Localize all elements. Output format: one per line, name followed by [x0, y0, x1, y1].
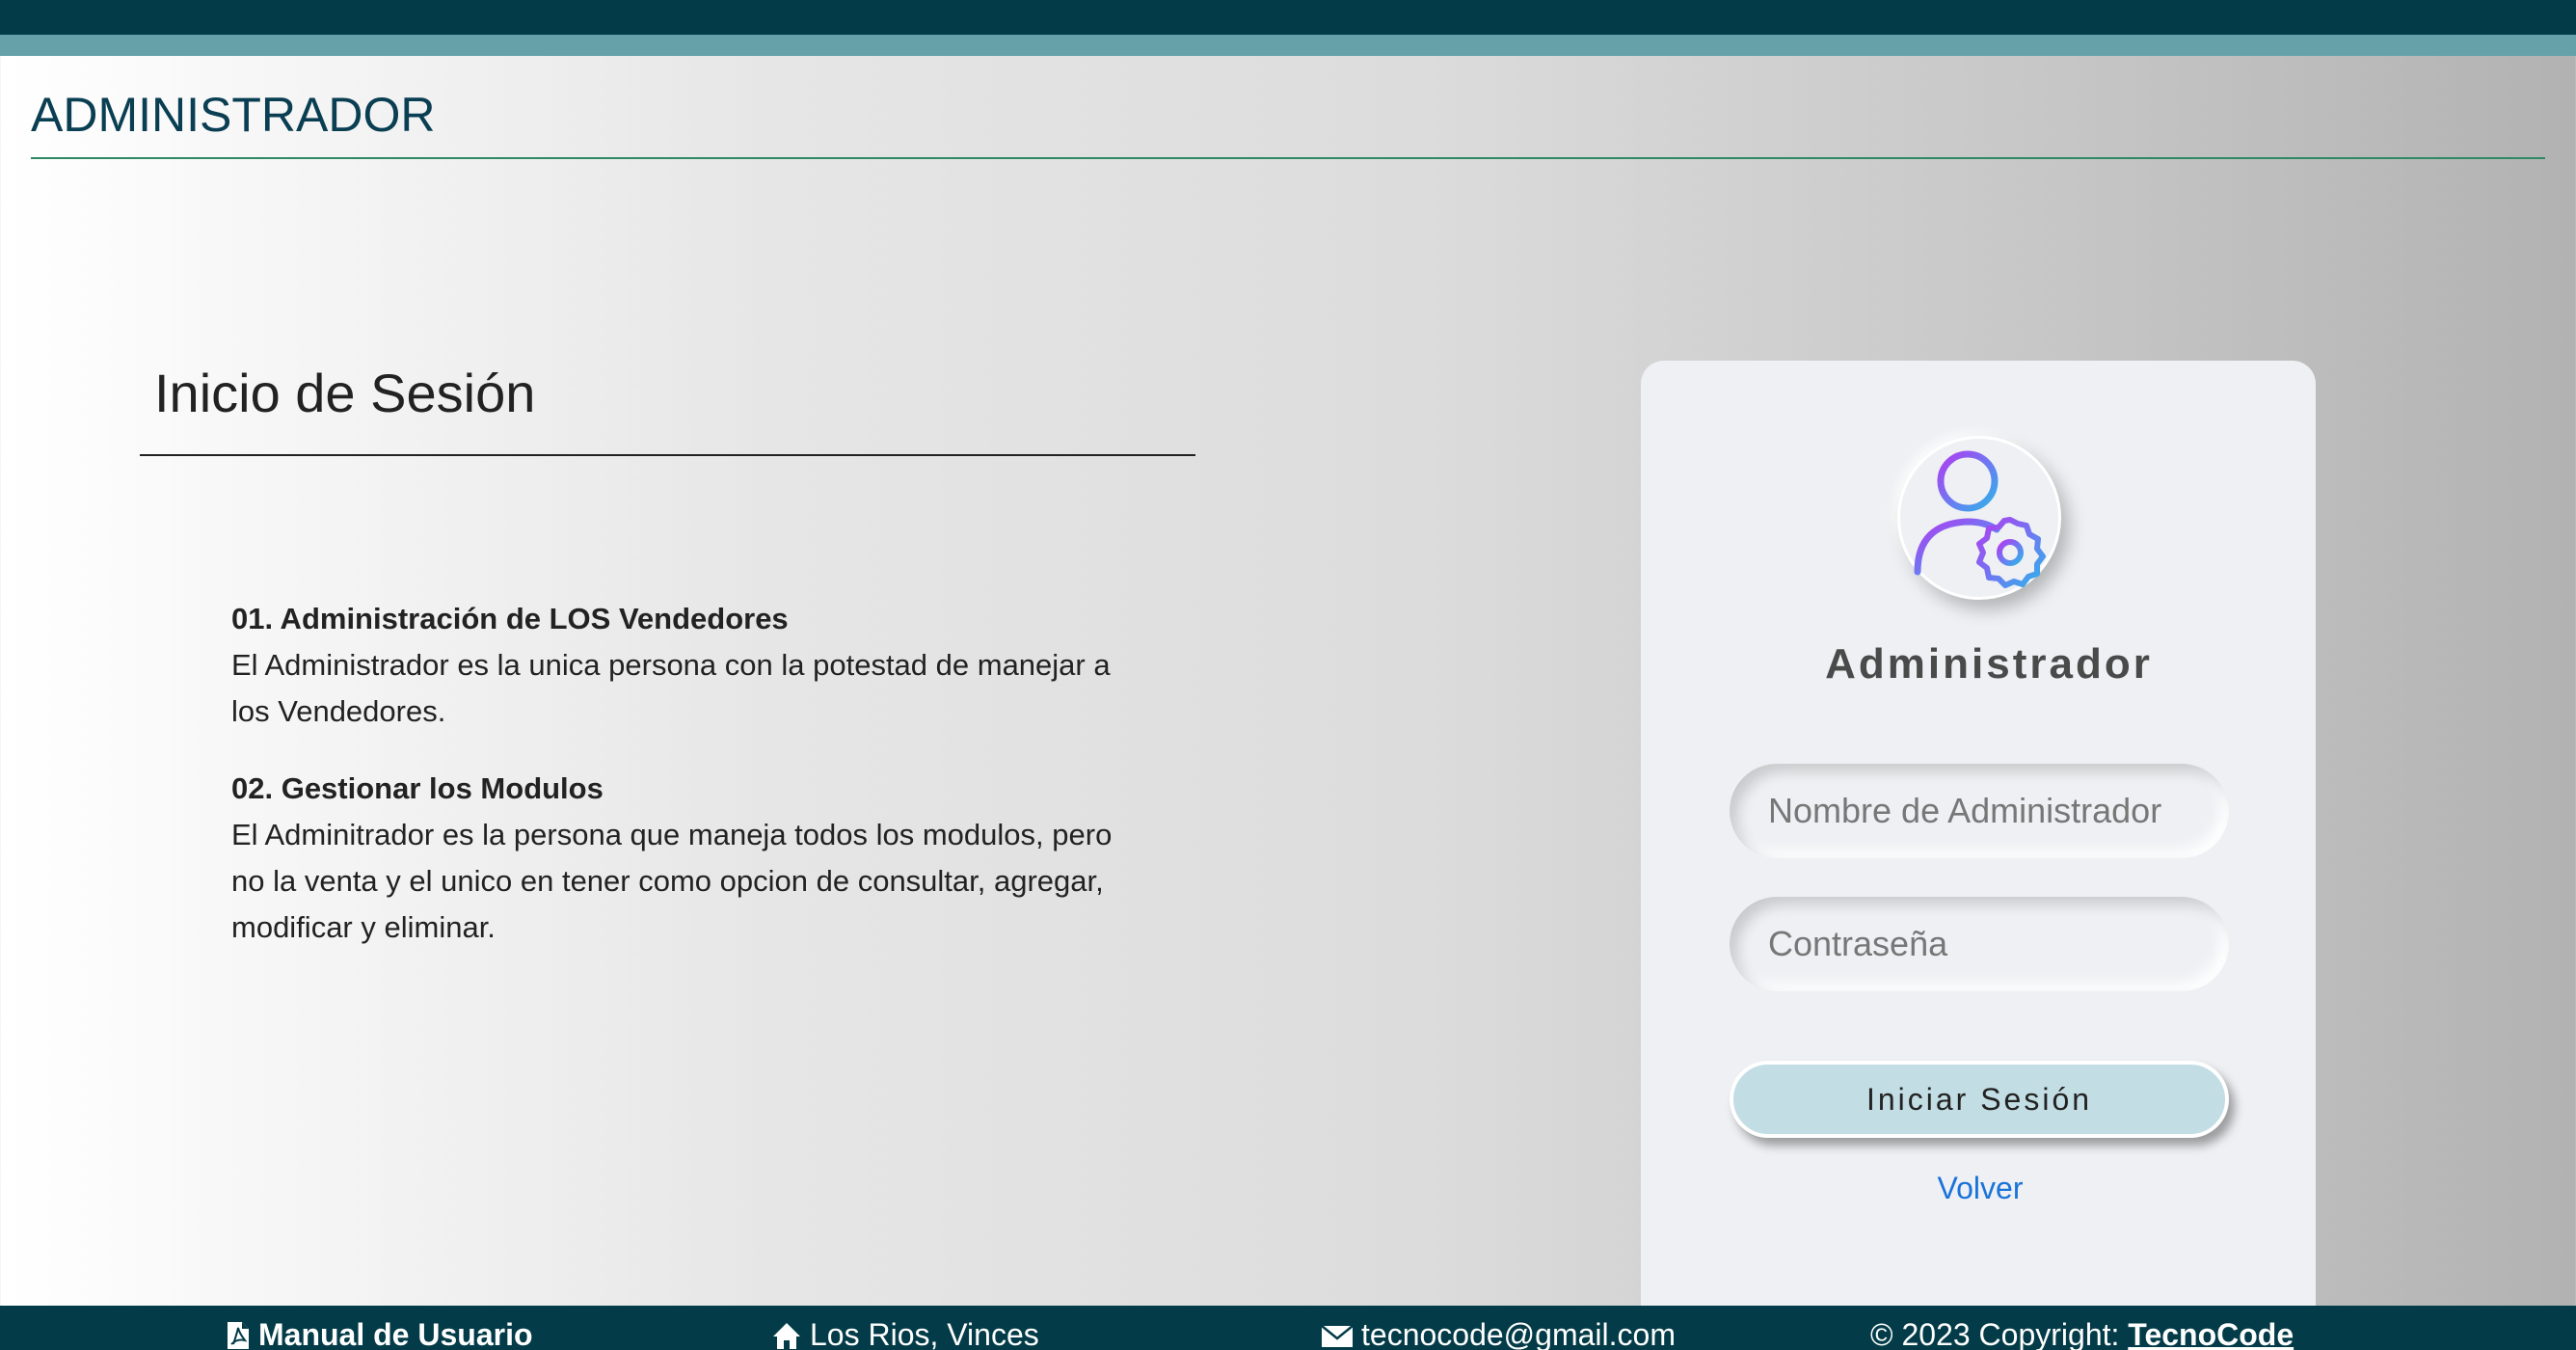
intro-divider [140, 454, 1195, 456]
info-item-text: El Administrador es la unica persona con… [231, 648, 1111, 728]
address-text: Los Rios, Vinces [810, 1317, 1039, 1350]
intro-info-list: 01. Administración de LOS Vendedores El … [231, 596, 1118, 982]
info-item-heading: 02. Gestionar los Modulos [231, 771, 604, 805]
admin-avatar [1897, 436, 2061, 600]
login-button[interactable]: Iniciar Sesión [1730, 1061, 2229, 1138]
user-manual-label: Manual de Usuario [258, 1317, 533, 1350]
info-item: 01. Administración de LOS Vendedores El … [231, 596, 1118, 735]
footer: Manual de Usuario Los Rios, Vinces tecno… [0, 1306, 2576, 1350]
info-item-heading: 01. Administración de LOS Vendedores [231, 602, 789, 635]
pdf-file-icon [228, 1321, 249, 1349]
footer-email: tecnocode@gmail.com [1321, 1317, 1676, 1350]
login-card: Administrador Iniciar Sesión Volver [1641, 361, 2316, 1350]
username-input[interactable] [1730, 764, 2229, 858]
info-item-text: El Adminitrador es la persona que maneja… [231, 818, 1113, 944]
user-gear-icon [1914, 450, 2046, 588]
header-accent-stripe [0, 35, 2576, 56]
brand-link[interactable]: TecnoCode [2128, 1317, 2294, 1350]
envelope-icon [1321, 1324, 1354, 1347]
email-text: tecnocode@gmail.com [1361, 1317, 1676, 1350]
page-title: ADMINISTRADOR [31, 88, 436, 142]
footer-address: Los Rios, Vinces [771, 1317, 1039, 1350]
info-item: 02. Gestionar los Modulos El Adminitrado… [231, 766, 1118, 951]
home-icon [773, 1322, 800, 1349]
title-divider [31, 157, 2545, 159]
user-manual-link[interactable]: Manual de Usuario [226, 1317, 533, 1350]
top-navbar [0, 0, 2576, 35]
login-title: Administrador [1825, 640, 2153, 688]
password-input[interactable] [1730, 897, 2229, 991]
back-link[interactable]: Volver [1641, 1171, 2320, 1206]
intro-title: Inicio de Sesión [154, 363, 536, 423]
copyright-text: © 2023 Copyright: [1870, 1317, 2129, 1350]
footer-copyright: © 2023 Copyright: TecnoCode [1870, 1317, 2294, 1350]
